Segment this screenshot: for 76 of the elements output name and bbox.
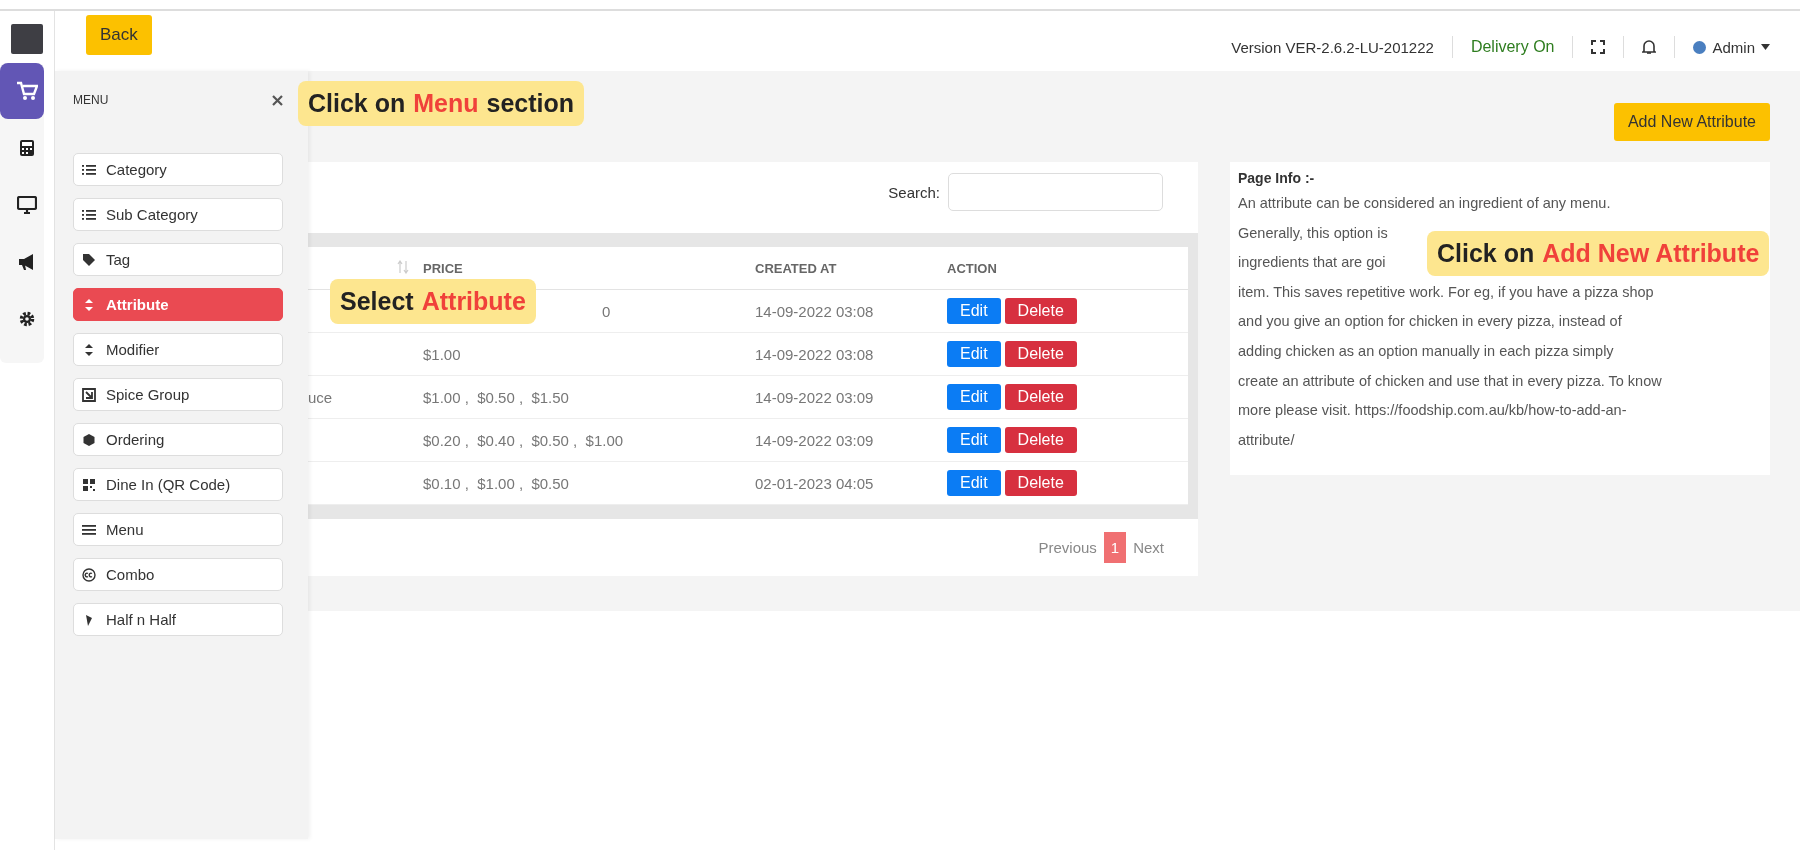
edit-button[interactable]: Edit bbox=[947, 341, 1001, 367]
previous-link[interactable]: Previous bbox=[1038, 539, 1097, 556]
menu-item[interactable]: Modifier bbox=[73, 333, 283, 366]
edit-button[interactable]: Edit bbox=[947, 470, 1001, 496]
fullscreen-icon[interactable] bbox=[1591, 40, 1606, 54]
delete-button[interactable]: Delete bbox=[1004, 384, 1077, 410]
page-info-text: ingredients that are goi bbox=[1238, 253, 1386, 273]
menu-item[interactable]: Spice Group bbox=[73, 378, 283, 411]
delete-button[interactable]: Delete bbox=[1004, 427, 1077, 453]
page-info-text: Generally, this option is bbox=[1238, 223, 1388, 243]
menu-item[interactable]: Sub Category bbox=[73, 198, 283, 231]
version-label: Version VER-2.6.2-LU-201222 bbox=[1231, 38, 1434, 56]
menu-item-icon bbox=[82, 162, 96, 177]
back-button[interactable]: Back bbox=[86, 15, 152, 55]
date-cell: 14-09-2022 03:08 bbox=[755, 302, 874, 320]
delete-button[interactable]: Delete bbox=[1004, 298, 1077, 324]
date-cell: 14-09-2022 03:08 bbox=[755, 345, 874, 363]
avatar-icon bbox=[1693, 40, 1707, 54]
delivery-status: Delivery On bbox=[1470, 38, 1555, 56]
delete-button[interactable]: Delete bbox=[1004, 341, 1077, 367]
menu-title: MENU bbox=[73, 93, 109, 107]
price-cell: $0.20 , $0.40 , $0.50 , $1.00 bbox=[423, 431, 624, 449]
close-icon[interactable] bbox=[272, 94, 283, 106]
bell-icon[interactable] bbox=[1642, 39, 1657, 55]
page-info-text: An attribute can be considered an ingredient of any menu. bbox=[1238, 194, 1611, 213]
edit-button[interactable]: Edit bbox=[947, 298, 1001, 324]
instruction-callout: Click on Menu section bbox=[298, 81, 585, 126]
instruction-callout: Click on Add New Attribute bbox=[1427, 231, 1770, 276]
date-cell: 14-09-2022 03:09 bbox=[755, 388, 874, 406]
menu-item[interactable]: Combo bbox=[73, 558, 283, 591]
menu-item-icon bbox=[82, 522, 96, 537]
page-info-text: more please visit. https://foodship.com.au/kb/how-to-add-an- bbox=[1238, 401, 1627, 421]
page-info-text: adding chicken as an option manually in each pizza simply bbox=[1238, 341, 1614, 361]
user-menu[interactable]: Admin bbox=[1693, 38, 1770, 56]
menu-item[interactable]: Ordering bbox=[73, 423, 283, 456]
add-attribute-button[interactable]: Add New Attribute bbox=[1613, 103, 1770, 141]
menu-item[interactable]: Half n Half bbox=[73, 603, 283, 636]
cart-icon bbox=[16, 81, 38, 101]
search-field[interactable] bbox=[948, 173, 1163, 211]
menu-item[interactable]: Attribute bbox=[73, 288, 283, 321]
logo-icon bbox=[11, 24, 43, 54]
price-cell: 0 bbox=[602, 302, 611, 320]
page-info-title: Page Info :- bbox=[1238, 170, 1316, 186]
date-cell: 02-01-2023 04:05 bbox=[755, 474, 874, 492]
caret-icon bbox=[1761, 44, 1770, 50]
menu-item-icon bbox=[82, 207, 96, 222]
instruction-callout: Select Attribute bbox=[330, 279, 536, 324]
date-cell: 14-09-2022 03:09 bbox=[755, 431, 874, 449]
menu-item[interactable]: Dine In (QR Code) bbox=[73, 468, 283, 501]
settings-icon bbox=[18, 309, 36, 328]
menu-item-icon bbox=[82, 567, 96, 582]
menu-item[interactable]: Category bbox=[73, 153, 283, 186]
price-cell: $1.00 , $0.50 , $1.50 bbox=[423, 388, 569, 406]
menu-item-icon bbox=[82, 477, 96, 492]
menu-item-icon bbox=[82, 387, 96, 402]
price-cell: $0.10 , $1.00 , $0.50 bbox=[423, 474, 569, 492]
page-info-text: create an attribute of chicken and use that in every pizza. To know bbox=[1238, 371, 1662, 391]
table-cell: uce bbox=[308, 388, 333, 406]
menu-item[interactable]: Tag bbox=[73, 243, 283, 276]
price-cell: $1.00 bbox=[423, 345, 461, 363]
page-button[interactable]: 1 bbox=[1103, 532, 1127, 563]
menu-item-icon bbox=[82, 252, 96, 267]
edit-button[interactable]: Edit bbox=[947, 384, 1001, 410]
delete-button[interactable]: Delete bbox=[1004, 470, 1077, 496]
next-link[interactable]: Next bbox=[1133, 539, 1164, 556]
calculator-icon bbox=[19, 138, 35, 157]
menu-item-icon bbox=[82, 432, 96, 447]
page-info-text: attribute/ bbox=[1238, 430, 1295, 450]
search-label: Search: bbox=[888, 183, 940, 201]
page-info-text: and you give an option for chicken in every pizza, instead of bbox=[1238, 312, 1622, 332]
column-header: CREATED AT bbox=[754, 247, 946, 290]
column-header: ACTION bbox=[946, 247, 1188, 290]
edit-button[interactable]: Edit bbox=[947, 427, 1001, 453]
monitor-icon bbox=[17, 195, 37, 214]
page-info-text: item. This saves repetitive work. For eg, if you have a pizza shop bbox=[1238, 282, 1654, 302]
menu-item[interactable]: Menu bbox=[73, 513, 283, 546]
